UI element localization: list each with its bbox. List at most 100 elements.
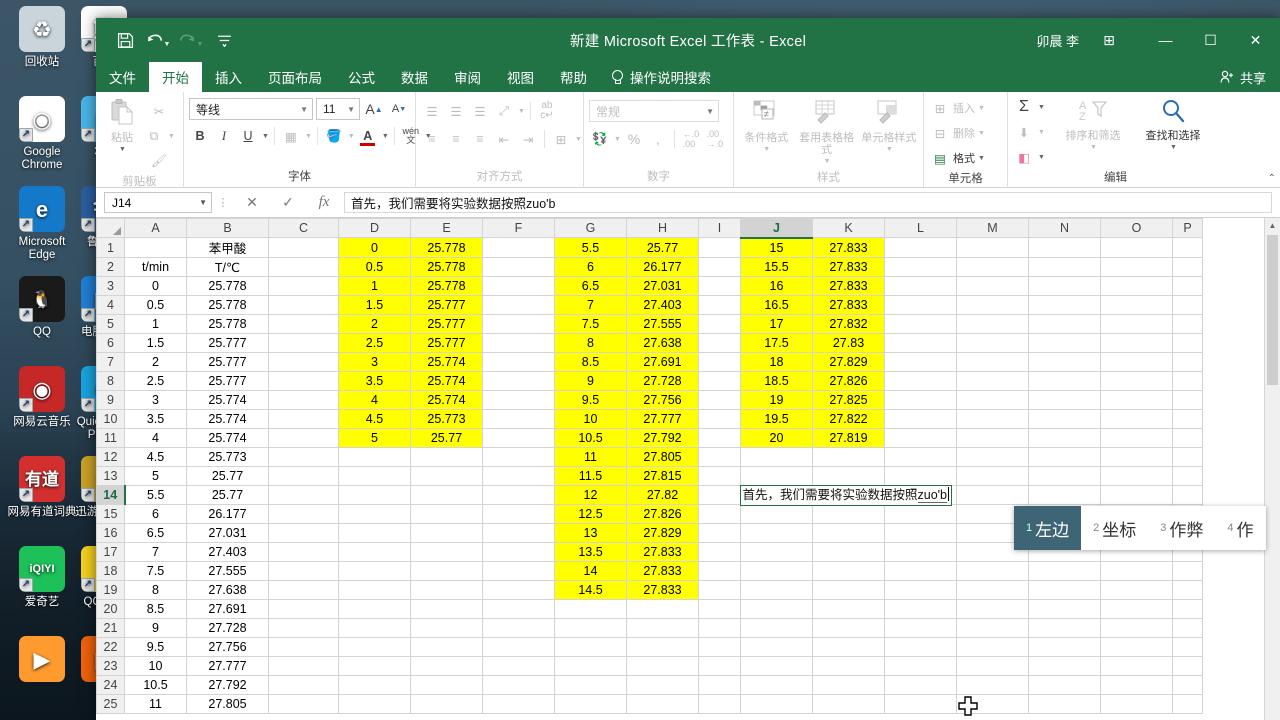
cell-E25[interactable]: [410, 694, 483, 714]
cell-I21[interactable]: [698, 618, 741, 638]
cell-E3[interactable]: 25.778: [410, 276, 483, 296]
cell-G8[interactable]: 9: [554, 371, 627, 391]
cell-G6[interactable]: 8: [554, 333, 627, 353]
cell-G25[interactable]: [554, 694, 627, 714]
accounting-format-icon[interactable]: 💱: [589, 128, 611, 150]
cell-K4[interactable]: 27.833: [812, 295, 885, 315]
tell-me-search[interactable]: 操作说明搜索: [600, 62, 721, 92]
cell-G4[interactable]: 7: [554, 295, 627, 315]
cell-P18[interactable]: [1172, 561, 1203, 581]
cell-I24[interactable]: [698, 675, 741, 695]
cell-F5[interactable]: [482, 314, 555, 334]
cell-edit-box[interactable]: 首先，我们需要将实验数据按照zuo'b: [739, 484, 953, 506]
cell-P22[interactable]: [1172, 637, 1203, 657]
cell-C1[interactable]: [268, 237, 339, 258]
cell-M3[interactable]: [956, 276, 1029, 296]
row-header-6[interactable]: 6: [96, 333, 125, 353]
cell-D25[interactable]: [338, 694, 411, 714]
cell-P21[interactable]: [1172, 618, 1203, 638]
cell-D7[interactable]: 3: [338, 352, 411, 372]
cell-J22[interactable]: [740, 637, 813, 657]
cell-H13[interactable]: 27.815: [626, 466, 699, 486]
cell-P2[interactable]: [1172, 257, 1203, 277]
cell-B24[interactable]: 27.792: [186, 675, 269, 695]
tab-formulas[interactable]: 公式: [335, 62, 388, 92]
cell-A14[interactable]: 5.5: [124, 485, 187, 505]
cell-I25[interactable]: [698, 694, 741, 714]
cell-P1[interactable]: [1172, 237, 1203, 258]
cell-B4[interactable]: 25.778: [186, 295, 269, 315]
cell-C25[interactable]: [268, 694, 339, 714]
cell-I4[interactable]: [698, 295, 741, 315]
autosum-icon[interactable]: Σ: [1013, 96, 1035, 118]
tab-insert[interactable]: 插入: [202, 62, 255, 92]
cell-I14[interactable]: [698, 485, 741, 505]
cell-A17[interactable]: 7: [124, 542, 187, 562]
cell-N25[interactable]: [1028, 694, 1101, 714]
cell-O11[interactable]: [1100, 428, 1173, 448]
increase-font-size-icon[interactable]: A ▲: [363, 98, 385, 120]
cell-F4[interactable]: [482, 295, 555, 315]
cell-C18[interactable]: [268, 561, 339, 581]
cell-O23[interactable]: [1100, 656, 1173, 676]
cell-L19[interactable]: [884, 580, 957, 600]
cell-M21[interactable]: [956, 618, 1029, 638]
cell-N13[interactable]: [1028, 466, 1101, 486]
cell-A13[interactable]: 5: [124, 466, 187, 486]
sort-filter-caret[interactable]: ▼: [1090, 142, 1097, 154]
cell-K12[interactable]: [812, 447, 885, 467]
cell-C21[interactable]: [268, 618, 339, 638]
redo-dropdown-caret[interactable]: ▼: [197, 41, 204, 48]
cell-P23[interactable]: [1172, 656, 1203, 676]
row-header-15[interactable]: 15: [96, 504, 125, 524]
cell-B8[interactable]: 25.777: [186, 371, 269, 391]
ime-candidate-4[interactable]: 4作: [1215, 506, 1265, 550]
cell-L5[interactable]: [884, 314, 957, 334]
cell-G17[interactable]: 13.5: [554, 542, 627, 562]
cell-G7[interactable]: 8.5: [554, 352, 627, 372]
cell-I15[interactable]: [698, 504, 741, 524]
cell-L24[interactable]: [884, 675, 957, 695]
cell-E13[interactable]: [410, 466, 483, 486]
cell-H8[interactable]: 27.728: [626, 371, 699, 391]
cell-O8[interactable]: [1100, 371, 1173, 391]
cell-D11[interactable]: 5: [338, 428, 411, 448]
cell-G5[interactable]: 7.5: [554, 314, 627, 334]
name-box-caret[interactable]: ▼: [199, 198, 207, 207]
cell-K7[interactable]: 27.829: [812, 352, 885, 372]
cell-I11[interactable]: [698, 428, 741, 448]
cell-E24[interactable]: [410, 675, 483, 695]
row-header-5[interactable]: 5: [96, 314, 125, 334]
cell-A19[interactable]: 8: [124, 580, 187, 600]
cell-B7[interactable]: 25.777: [186, 352, 269, 372]
column-header-P[interactable]: P: [1172, 218, 1203, 238]
cell-D12[interactable]: [338, 447, 411, 467]
insert-cells-button[interactable]: ⊞ 插入 ▼: [929, 97, 985, 119]
tab-data[interactable]: 数据: [388, 62, 441, 92]
percent-style-icon[interactable]: %: [623, 128, 645, 150]
row-header-3[interactable]: 3: [96, 276, 125, 296]
cell-H17[interactable]: 27.833: [626, 542, 699, 562]
customize-qat-icon[interactable]: [209, 26, 239, 54]
cell-P12[interactable]: [1172, 447, 1203, 467]
cell-N12[interactable]: [1028, 447, 1101, 467]
undo-icon[interactable]: ▼: [143, 26, 173, 54]
cell-B6[interactable]: 25.777: [186, 333, 269, 353]
cell-J4[interactable]: 16.5: [740, 295, 813, 315]
row-header-7[interactable]: 7: [96, 352, 125, 372]
cell-F24[interactable]: [482, 675, 555, 695]
cell-H25[interactable]: [626, 694, 699, 714]
cell-E8[interactable]: 25.774: [410, 371, 483, 391]
decrease-indent-icon[interactable]: ⇤: [493, 128, 515, 150]
cell-I18[interactable]: [698, 561, 741, 581]
cell-G2[interactable]: 6: [554, 257, 627, 277]
cell-I8[interactable]: [698, 371, 741, 391]
column-header-H[interactable]: H: [626, 218, 699, 238]
cell-E6[interactable]: 25.777: [410, 333, 483, 353]
row-header-21[interactable]: 21: [96, 618, 125, 638]
cell-D10[interactable]: 4.5: [338, 409, 411, 429]
cell-D15[interactable]: [338, 504, 411, 524]
cell-L20[interactable]: [884, 599, 957, 619]
ribbon-display-options-icon[interactable]: ⊞: [1093, 32, 1125, 49]
format-painter-icon[interactable]: 🖌: [143, 150, 175, 172]
